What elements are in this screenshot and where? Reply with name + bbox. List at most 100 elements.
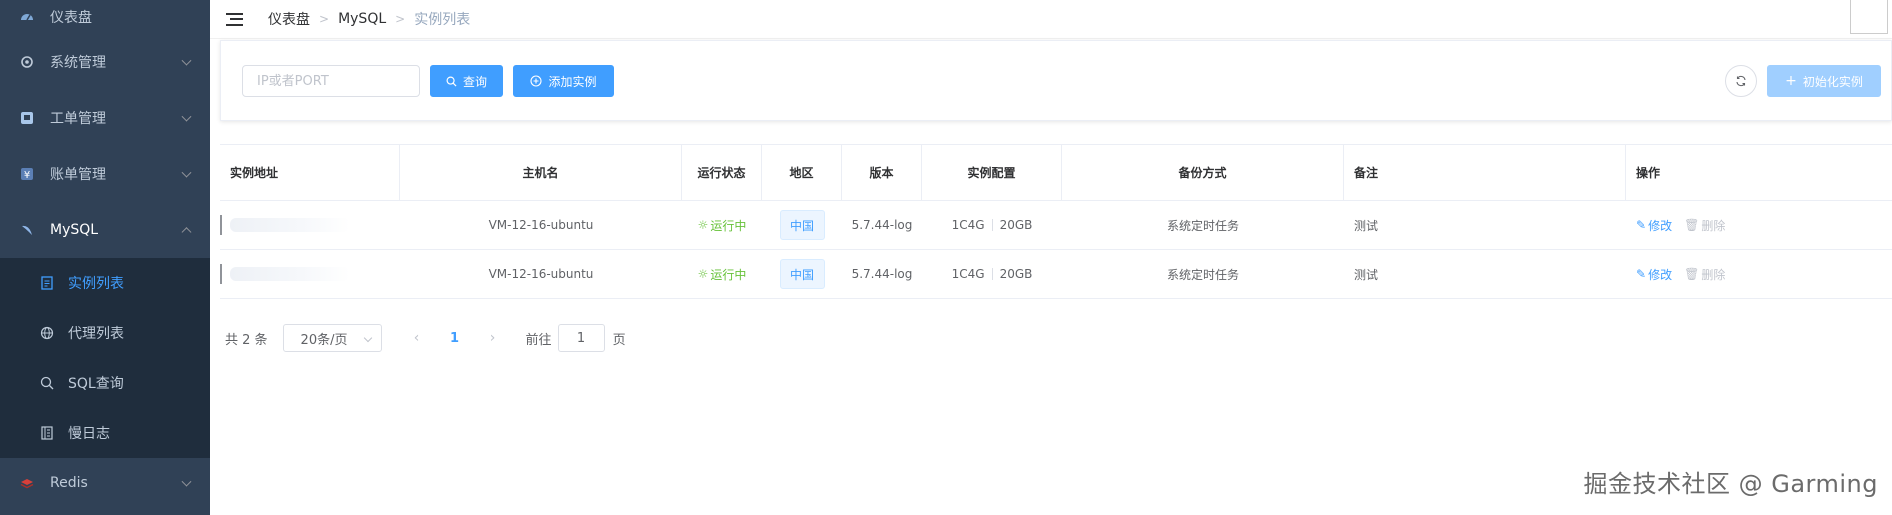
refresh-icon	[1736, 75, 1746, 87]
column-header: 运行状态	[682, 145, 762, 200]
config-cell: 1C4G 20GB	[922, 201, 1062, 249]
add-instance-button[interactable]: 添加实例	[513, 65, 614, 97]
svg-text:¥: ¥	[24, 170, 30, 181]
redacted-blur	[230, 267, 350, 281]
goto-page-input[interactable]	[557, 324, 605, 352]
search-icon	[40, 376, 54, 390]
sidebar-item-system[interactable]: 系统管理	[0, 34, 210, 90]
edit-icon: ✎	[1636, 218, 1647, 232]
instance-table: 实例地址 主机名 运行状态 地区 版本 实例配置 备份方式 备注 操作 VM-1…	[220, 144, 1892, 299]
page-size-select[interactable]: 20条/页	[282, 324, 382, 352]
delete-button[interactable]: 🗑 删除	[1684, 217, 1725, 234]
goto-label: 前往	[525, 332, 552, 348]
chevron-down-icon	[181, 55, 192, 66]
loading-icon: ☼	[697, 218, 709, 232]
sidebar-item-bill[interactable]: ¥ 账单管理	[0, 146, 210, 202]
page-number[interactable]: 1	[440, 324, 470, 352]
search-toolbar: 查询 添加实例 + 初始化实例	[220, 40, 1892, 121]
version-cell: 5.7.44-log	[851, 267, 913, 281]
chevron-right-icon: >	[395, 12, 406, 26]
sidebar-item-label: MySQL	[50, 222, 99, 238]
init-instance-button[interactable]: + 初始化实例	[1767, 65, 1881, 97]
region-tag: 中国	[779, 259, 825, 289]
column-header: 备份方式	[1062, 145, 1344, 200]
sidebar-item-proxy-list[interactable]: 代理列表	[0, 308, 210, 358]
trash-icon: 🗑	[1684, 267, 1700, 281]
note-cell: 测试	[1354, 267, 1379, 282]
sidebar-item-redis[interactable]: Redis	[0, 458, 210, 508]
sidebar-item-mysql[interactable]: MySQL	[0, 202, 210, 258]
column-header: 地区	[762, 145, 842, 200]
status-text: 运行中	[710, 267, 747, 282]
next-page-button[interactable]: ›	[478, 324, 508, 352]
column-header: 版本	[842, 145, 922, 200]
page-size-value: 20条/页	[300, 332, 348, 348]
status-cell: ☼ 运行中	[682, 250, 762, 298]
status-cell: ☼ 运行中	[682, 201, 762, 249]
column-header: 主机名	[400, 145, 682, 200]
menu-toggle-icon[interactable]	[226, 12, 243, 26]
page-unit-label: 页	[612, 332, 626, 348]
top-navbar: 仪表盘 > MySQL > 实例列表	[210, 0, 1892, 39]
chevron-down-icon	[181, 476, 192, 487]
breadcrumb-dashboard[interactable]: 仪表盘	[268, 9, 310, 29]
disk: 20GB	[999, 218, 1033, 232]
table-row: VM-12-16-ubuntu ☼ 运行中 中国 5.7.44-log 1C4G 2…	[220, 250, 1892, 299]
status-badge: ☼ 运行中	[698, 217, 747, 234]
breadcrumb-mysql[interactable]: MySQL	[338, 11, 386, 27]
sidebar-item-label: 实例列表	[68, 276, 124, 292]
chevron-up-icon	[181, 227, 192, 238]
sidebar-item-label: 仪表盘	[50, 10, 92, 26]
disk: 20GB	[999, 267, 1033, 281]
column-header: 备注	[1344, 145, 1626, 200]
sidebar-item-slow-log[interactable]: 慢日志	[0, 408, 210, 458]
plus-icon: +	[1785, 73, 1797, 89]
query-button-label: 查询	[462, 74, 487, 89]
query-button[interactable]: 查询	[430, 65, 503, 97]
edit-button[interactable]: ✎ 修改	[1636, 266, 1672, 283]
sidebar-item-label: 代理列表	[68, 326, 124, 342]
region-cell: 中国	[762, 201, 842, 249]
sidebar-item-ticket[interactable]: 工单管理	[0, 90, 210, 146]
hostname-cell: VM-12-16-ubuntu	[488, 218, 594, 232]
pagination: 共 2 条 20条/页 ‹ 1 › 前往 页	[225, 324, 626, 352]
table-header: 实例地址 主机名 运行状态 地区 版本 实例配置 备份方式 备注 操作	[220, 145, 1892, 201]
plus-circle-icon	[530, 75, 543, 87]
chevron-down-icon	[181, 167, 192, 178]
instance-address-redacted	[220, 250, 400, 298]
watermark: 掘金技术社区 @ Garming	[1583, 470, 1878, 498]
redacted-blur	[230, 218, 350, 232]
status-text: 运行中	[710, 218, 747, 233]
search-icon	[446, 76, 457, 87]
edit-label: 修改	[1648, 218, 1673, 233]
sidebar-item-label: SQL查询	[68, 376, 124, 392]
backup-cell: 系统定时任务	[1166, 218, 1239, 233]
ticket-icon	[20, 111, 34, 125]
sidebar-item-label: 工单管理	[50, 111, 106, 127]
delete-label: 删除	[1701, 267, 1726, 282]
search-input[interactable]	[242, 65, 420, 97]
init-instance-label: 初始化实例	[1802, 74, 1863, 89]
add-instance-label: 添加实例	[548, 74, 597, 89]
prev-page-button[interactable]: ‹	[402, 324, 432, 352]
avatar[interactable]	[1850, 0, 1888, 34]
dashboard-icon	[20, 10, 34, 24]
loading-icon: ☼	[697, 267, 709, 281]
delete-button[interactable]: 🗑 删除	[1684, 266, 1725, 283]
globe-icon	[40, 326, 54, 340]
status-badge: ☼ 运行中	[698, 266, 747, 283]
backup-cell: 系统定时任务	[1166, 267, 1239, 282]
column-header: 操作	[1636, 166, 1661, 180]
edit-icon: ✎	[1636, 267, 1647, 281]
sidebar-item-instance-list[interactable]: 实例列表	[0, 258, 210, 308]
sidebar-item-label: Redis	[50, 475, 88, 491]
settings-icon	[20, 55, 34, 69]
chevron-right-icon: >	[319, 12, 330, 26]
pagination-total: 共 2 条	[225, 332, 268, 348]
refresh-button[interactable]	[1725, 65, 1757, 97]
sidebar-item-sql-query[interactable]: SQL查询	[0, 358, 210, 408]
edit-button[interactable]: ✎ 修改	[1636, 217, 1672, 234]
sidebar-item-dashboard[interactable]: 仪表盘	[0, 0, 210, 34]
table-row: VM-12-16-ubuntu ☼ 运行中 中国 5.7.44-log 1C4G 2…	[220, 201, 1892, 250]
breadcrumb-current: 实例列表	[414, 12, 471, 28]
